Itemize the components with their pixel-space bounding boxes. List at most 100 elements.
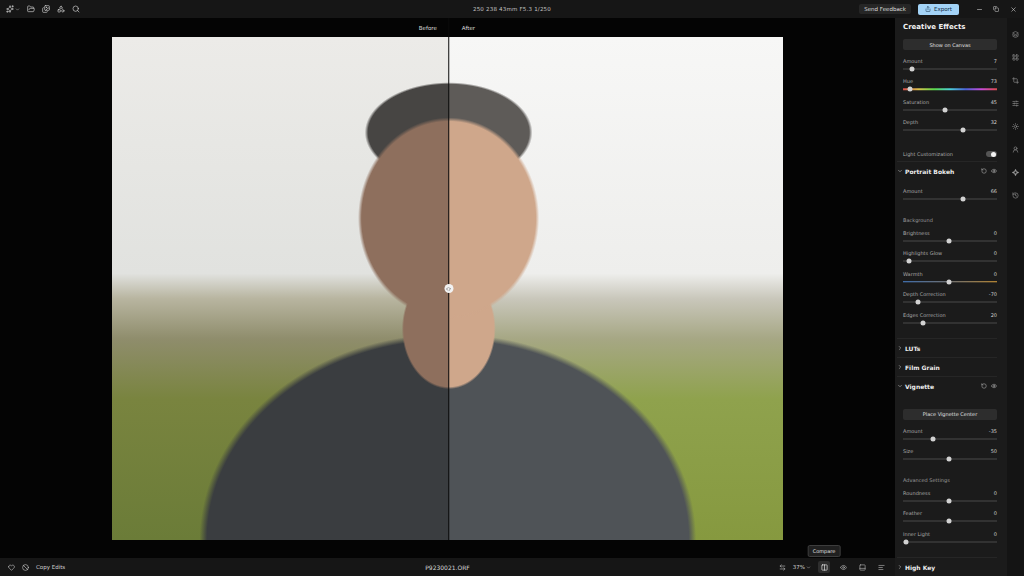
close-icon[interactable] [1010, 6, 1017, 13]
slider-thumb[interactable] [947, 238, 952, 243]
slider-track[interactable] [903, 320, 997, 326]
flip-icon[interactable] [779, 564, 786, 571]
chevron-right-icon[interactable] [897, 345, 903, 351]
sun-icon[interactable] [1012, 123, 1019, 130]
slider-value[interactable]: -70 [989, 291, 997, 297]
slider-track[interactable] [903, 238, 997, 244]
slider-thumb[interactable] [920, 320, 925, 325]
portrait-icon[interactable] [1012, 146, 1019, 153]
slider-track[interactable] [903, 107, 997, 113]
chevron-down-icon[interactable] [15, 7, 20, 12]
view-tool[interactable] [856, 561, 868, 573]
toggle-switch[interactable] [986, 151, 997, 157]
slider-thumb[interactable] [931, 436, 936, 441]
panel-icon[interactable] [859, 564, 866, 571]
slider-value[interactable]: 0 [994, 230, 997, 236]
section-header[interactable]: Film Grain [897, 357, 997, 376]
view-tool[interactable] [875, 561, 887, 573]
slider-track[interactable] [903, 196, 997, 202]
slider-value[interactable]: -35 [989, 428, 997, 434]
heart-icon[interactable] [8, 564, 15, 571]
strip-tool[interactable] [1010, 120, 1022, 132]
catalog-icon[interactable] [42, 5, 50, 13]
panel-button[interactable]: Place Vignette Center [903, 409, 997, 420]
slider-value[interactable]: 32 [991, 119, 997, 125]
slider-thumb[interactable] [916, 300, 921, 305]
chevron-down-icon[interactable] [897, 168, 903, 174]
section-title[interactable]: Film Grain [905, 364, 997, 371]
slider-track[interactable] [903, 86, 997, 92]
restore-icon[interactable] [993, 6, 999, 12]
export-icon[interactable] [925, 6, 931, 12]
strip-tool[interactable] [1010, 189, 1022, 201]
reject-icon[interactable] [22, 564, 29, 571]
strip-tool[interactable] [1010, 143, 1022, 155]
folder-icon[interactable] [27, 5, 35, 13]
close-button[interactable] [1008, 6, 1018, 13]
section-title[interactable]: High Key [905, 564, 997, 571]
chevron-down-icon[interactable] [897, 383, 903, 389]
slider-value[interactable]: 0 [994, 490, 997, 496]
presets-menu[interactable] [6, 5, 20, 13]
sliders-icon[interactable] [1012, 100, 1019, 107]
slider-value[interactable]: 7 [994, 58, 997, 64]
chevron-right-icon[interactable] [897, 564, 903, 570]
slider-track[interactable] [903, 279, 997, 285]
history-icon[interactable] [1012, 192, 1019, 199]
slider-track[interactable] [903, 498, 997, 504]
slider-value[interactable]: 0 [994, 531, 997, 537]
slider-track[interactable] [903, 518, 997, 524]
sparkle-icon[interactable] [1012, 169, 1019, 176]
reset-icon[interactable] [981, 383, 987, 389]
grid-icon[interactable] [1012, 54, 1019, 61]
section-header[interactable]: Vignette [897, 376, 997, 395]
slider-thumb[interactable] [907, 87, 912, 92]
view-tool[interactable]: Compare [818, 561, 830, 573]
layers-icon[interactable] [1012, 31, 1019, 38]
slider-thumb[interactable] [906, 259, 911, 264]
slider-thumb[interactable] [947, 498, 952, 503]
compare-divider[interactable] [448, 18, 450, 540]
slider-value[interactable]: 50 [991, 448, 997, 454]
crop-icon[interactable] [1012, 77, 1019, 84]
slider-track[interactable] [903, 127, 997, 133]
section-title[interactable]: Vignette [905, 383, 979, 390]
slider-value[interactable]: 45 [991, 99, 997, 105]
section-header[interactable]: LUTs [897, 338, 997, 357]
compare-icon[interactable] [821, 564, 828, 571]
strip-tool[interactable] [1010, 97, 1022, 109]
eye-icon[interactable] [991, 383, 997, 389]
chevron-right-icon[interactable] [897, 364, 903, 370]
search-icon[interactable] [72, 5, 80, 13]
minimize-button[interactable] [974, 6, 984, 13]
strip-tool[interactable] [1010, 74, 1022, 86]
slider-thumb[interactable] [947, 519, 952, 524]
drag-arrows-icon[interactable] [446, 286, 452, 292]
chevron-down-icon[interactable] [806, 565, 811, 570]
slider-thumb[interactable] [910, 67, 915, 72]
slider-thumb[interactable] [961, 197, 966, 202]
slider-track[interactable] [903, 66, 997, 72]
feedback-button[interactable]: Send Feedback [859, 4, 911, 14]
compare-handle[interactable] [444, 284, 453, 293]
slider-track[interactable] [903, 299, 997, 305]
view-tool[interactable] [837, 561, 849, 573]
slider-value[interactable]: 0 [994, 510, 997, 516]
slider-value[interactable]: 0 [994, 271, 997, 277]
slider-thumb[interactable] [947, 457, 952, 462]
zoom-select[interactable]: 37% [793, 564, 811, 570]
strip-tool[interactable] [1010, 51, 1022, 63]
slider-track[interactable] [903, 539, 997, 545]
slider-value[interactable]: 66 [991, 188, 997, 194]
sparkles-icon[interactable] [6, 5, 14, 13]
eye-icon[interactable] [840, 564, 847, 571]
reset-icon[interactable] [981, 168, 987, 174]
strip-tool[interactable] [1010, 166, 1022, 178]
slider-value[interactable]: 20 [991, 312, 997, 318]
copy-edits-button[interactable]: Copy Edits [36, 564, 65, 570]
slider-thumb[interactable] [961, 127, 966, 132]
list-icon[interactable] [878, 564, 885, 571]
section-title[interactable]: LUTs [905, 345, 997, 352]
slider-track[interactable] [903, 456, 997, 462]
eye-icon[interactable] [991, 168, 997, 174]
